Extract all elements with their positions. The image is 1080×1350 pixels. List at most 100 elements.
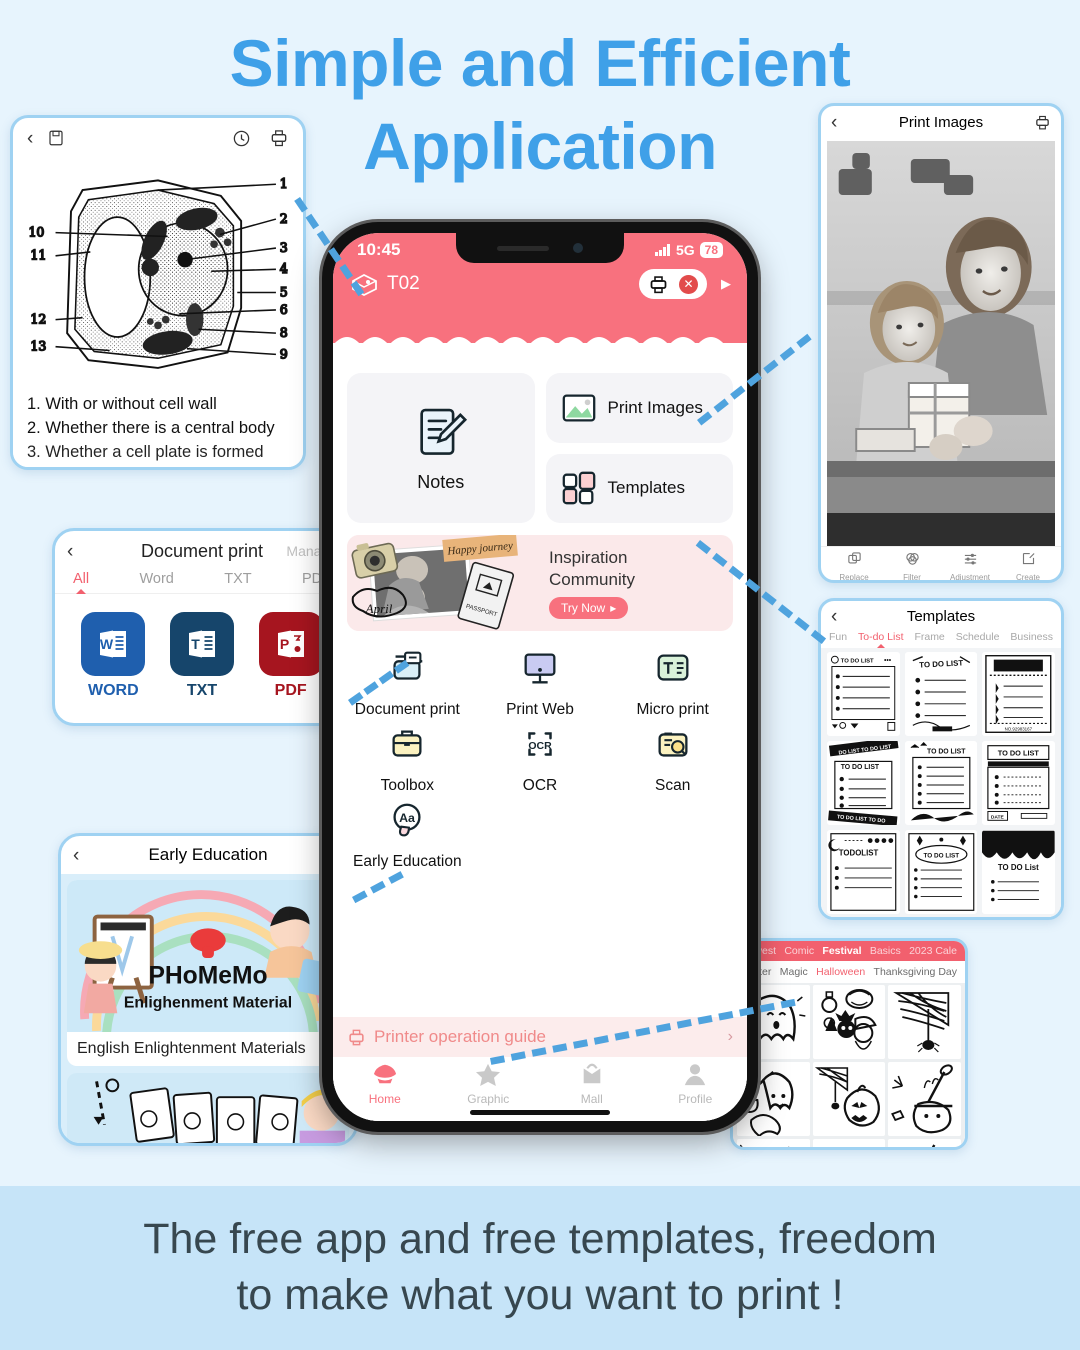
headline-line-1: Simple and Efficient [229,26,851,100]
template-item[interactable]: TO DO LIST ••• [827,652,900,736]
tool-filter[interactable]: Filter [883,551,941,580]
tab-frame[interactable]: Frame [914,631,944,643]
chevron-right-icon[interactable]: ▶ [721,276,731,292]
status-right: 5G 78 [654,242,723,258]
card-print-header: ‹ Print Images [821,106,1061,138]
edu-secondary-banner[interactable] [67,1073,349,1143]
tab-2023-calendar[interactable]: 2023 Cale [909,945,957,957]
sticker-primary-tabs[interactable]: Newest Comic Festival Basics 2023 Cale [733,941,965,961]
tab-todo-list[interactable]: To-do List [858,631,904,643]
svg-text:T: T [191,636,200,652]
template-item[interactable]: TO DO List [982,830,1055,914]
svg-text:P: P [279,636,288,652]
card-document-print[interactable]: ‹ Document print Manage All Word TXT PDF… [52,528,352,726]
tab-basics[interactable]: Basics [870,945,901,957]
card-notes-preview[interactable]: ‹ 1 2 3 4 5 6 8 9 10 11 12 13 1. With or… [10,115,306,470]
feature-document-print[interactable]: Document print [341,647,474,719]
back-icon[interactable]: ‹ [27,129,33,148]
quick-print-images[interactable]: Print Images [545,373,733,443]
save-icon[interactable] [47,129,65,147]
guide-label: Printer operation guide [374,1027,547,1046]
card-cell-text: 1. With or without cell wall 2. Whether … [27,393,293,465]
card-templates[interactable]: ‹ Templates Fun To-do List Frame Schedul… [818,598,1064,920]
feature-scan[interactable]: Scan [606,723,739,795]
phone-mockup: 10:45 5G 78 T02 ✕ ▶ Notes Print Images T… [322,222,758,1132]
printer-guide-icon [349,1029,364,1045]
sticker-item[interactable] [812,985,886,1059]
printer-icon[interactable] [648,274,669,295]
edu-brand-text: PHoMeMo [148,963,267,990]
template-item[interactable]: TO DO LIST DATE [982,741,1055,825]
feature-toolbox-label: Toolbox [380,777,435,794]
tab-word[interactable]: Word [139,571,173,587]
quick-notes-label: Notes [417,471,465,492]
tab-thanksgiving-day[interactable]: Thanksgiving Day [874,966,957,978]
tab-festival[interactable]: Festival [822,945,861,957]
tab-graphic[interactable]: Graphic [437,1062,541,1106]
photo-toolbar: Replace Filter Adjustment Create [821,546,1061,580]
sticker-item[interactable] [888,985,961,1059]
tab-magic[interactable]: Magic [780,966,808,978]
tab-schedule[interactable]: Schedule [956,631,1000,643]
edit-icon [1022,552,1035,565]
template-item[interactable]: NO.92983167 [982,652,1055,736]
printer-icon[interactable] [269,128,289,148]
tab-mall[interactable]: Mall [540,1062,644,1106]
quick-templates[interactable]: Templates [545,453,733,523]
doc-type-word[interactable]: W WORD [81,612,146,700]
banner-title-line-2: Community [549,569,635,589]
sticker-item[interactable] [812,1062,886,1136]
card-cell-toolbar: ‹ [13,118,303,158]
doc-type-pdf-label: PDF [274,682,307,699]
tab-fun[interactable]: Fun [829,631,847,643]
tool-replace[interactable]: Replace [825,551,883,580]
sticker-item[interactable] [888,1139,961,1147]
feature-toolbox[interactable]: Toolbox [341,723,474,795]
close-icon[interactable]: ✕ [679,274,698,294]
sticker-item[interactable] [737,1139,810,1147]
tool-adjustment[interactable]: Adjustment [941,551,999,580]
chevron-right-icon[interactable]: › [728,1028,733,1046]
doc-type-pdf[interactable]: P PDF [258,612,323,700]
txt-icon: T [169,612,234,676]
template-item[interactable]: TO DO LIST [904,652,978,736]
plant-cell-diagram: 1 2 3 4 5 6 8 9 10 11 12 13 [28,175,289,369]
card-edu-body: PHoMeMo Enlighenment Material English En… [61,874,355,1143]
tab-halloween[interactable]: Halloween [816,966,865,978]
card-print-images[interactable]: ‹ Print Images Replace Filter Adjustment… [818,103,1064,583]
tab-business[interactable]: Business [1010,631,1053,643]
tab-txt[interactable]: TXT [224,571,251,587]
card-sticker-library[interactable]: Newest Comic Festival Basics 2023 Cale E… [730,938,968,1150]
template-item[interactable]: DO LIST TO DO LIST TO DO LIST TO DO LIST… [827,741,900,825]
card-cell-body: 1 2 3 4 5 6 8 9 10 11 12 13 1. With or w… [13,158,303,467]
device-name: T02 [387,273,420,294]
doc-type-txt[interactable]: T TXT [169,612,234,700]
photo-preview[interactable] [827,141,1055,546]
card-early-education[interactable]: ‹ Early Education PHoMeMo Enlighenment M… [58,833,358,1146]
tab-all[interactable]: All [73,571,89,587]
feature-ocr[interactable]: OCR OCR [474,723,607,795]
printer-doc-icon [393,651,423,680]
sticker-secondary-tabs[interactable]: Easter Magic Halloween Thanksgiving Day [733,961,965,983]
sticker-item[interactable] [888,1062,961,1136]
edu-item[interactable]: PHoMeMo Enlighenment Material English En… [67,880,349,1066]
tab-home[interactable]: Home [333,1062,437,1106]
printer-operation-guide[interactable]: Printer operation guide › [333,1017,747,1057]
try-now-button[interactable]: Try Now ▸ [549,596,629,619]
history-icon[interactable] [232,129,251,148]
card-templates-tabs[interactable]: Fun To-do List Frame Schedule Business [821,631,1061,648]
card-doc-tabs[interactable]: All Word TXT PDF [55,571,349,594]
feature-micro-print[interactable]: Micro print [606,647,739,719]
template-item[interactable]: TO DO LIST [904,741,978,825]
tool-create[interactable]: Create [999,551,1057,580]
template-item[interactable]: TO DO LIST [904,830,978,914]
feature-print-web[interactable]: Print Web [474,647,607,719]
inspiration-banner[interactable]: Happy journey PASSPORT April Inspiration… [347,535,733,631]
sticker-item[interactable] [812,1139,886,1147]
template-item[interactable]: TODOLIST [827,830,900,914]
quick-notes[interactable]: Notes [347,373,535,523]
feature-scan-label: Scan [654,777,691,794]
tab-comic[interactable]: Comic [784,945,814,957]
feature-early-education[interactable]: Aa Early Education [341,799,474,871]
tab-profile[interactable]: Profile [644,1062,748,1106]
